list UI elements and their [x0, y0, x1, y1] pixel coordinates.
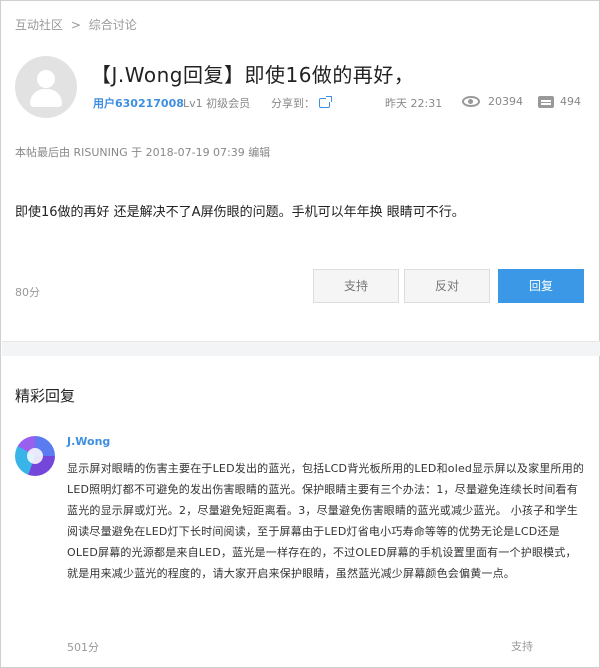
breadcrumb-root[interactable]: 互动社区	[15, 18, 63, 32]
reply-score: 501分	[67, 641, 99, 654]
edit-note: 本帖最后由 RISUNING 于 2018-07-19 07:39 编辑	[15, 146, 271, 159]
post-score: 80分	[15, 286, 40, 299]
breadcrumb: 互动社区 > 综合讨论	[15, 16, 141, 33]
post-meta: 用户630217008 Lv1 初级会员 分享到： 昨天 22:31 20394…	[93, 95, 588, 111]
post-author[interactable]: 用户630217008	[93, 95, 184, 111]
share-icon[interactable]	[319, 96, 332, 108]
reply-count: 494	[560, 95, 581, 108]
oppose-button[interactable]: 反对	[404, 269, 490, 303]
page-frame: 互动社区 > 综合讨论 【J.Wong回复】即使16做的再好， 用户630217…	[0, 0, 600, 668]
breadcrumb-separator: >	[70, 18, 81, 32]
post-time: 昨天 22:31	[385, 97, 443, 110]
avatar-head-shape	[37, 70, 55, 88]
author-level: Lv1 初级会员	[183, 97, 251, 110]
support-button[interactable]: 支持	[313, 269, 399, 303]
post-title: 【J.Wong回复】即使16做的再好，	[91, 63, 415, 87]
reply-author[interactable]: J.Wong	[67, 435, 110, 448]
reply-text: 显示屏对眼睛的伤害主要在于LED发出的蓝光，包括LCD背光板所用的LED和ole…	[67, 462, 585, 580]
post-body: 即使16做的再好 还是解决不了A屏伤眼的问题。手机可以年年换 眼睛可不行。	[15, 205, 465, 220]
share-label: 分享到：	[271, 97, 315, 110]
reply-support-link[interactable]: 支持	[511, 638, 533, 654]
comment-icon	[538, 96, 554, 108]
share-control[interactable]: 分享到：	[271, 95, 332, 111]
breadcrumb-current[interactable]: 综合讨论	[89, 18, 137, 32]
reply-author-avatar[interactable]	[15, 436, 55, 476]
author-avatar[interactable]	[15, 56, 77, 118]
eye-icon	[462, 96, 480, 107]
reply-button[interactable]: 回复	[498, 269, 584, 303]
avatar-body-shape	[30, 89, 62, 107]
featured-replies-title: 精彩回复	[15, 387, 76, 405]
section-divider	[2, 341, 600, 356]
view-count: 20394	[488, 95, 523, 108]
